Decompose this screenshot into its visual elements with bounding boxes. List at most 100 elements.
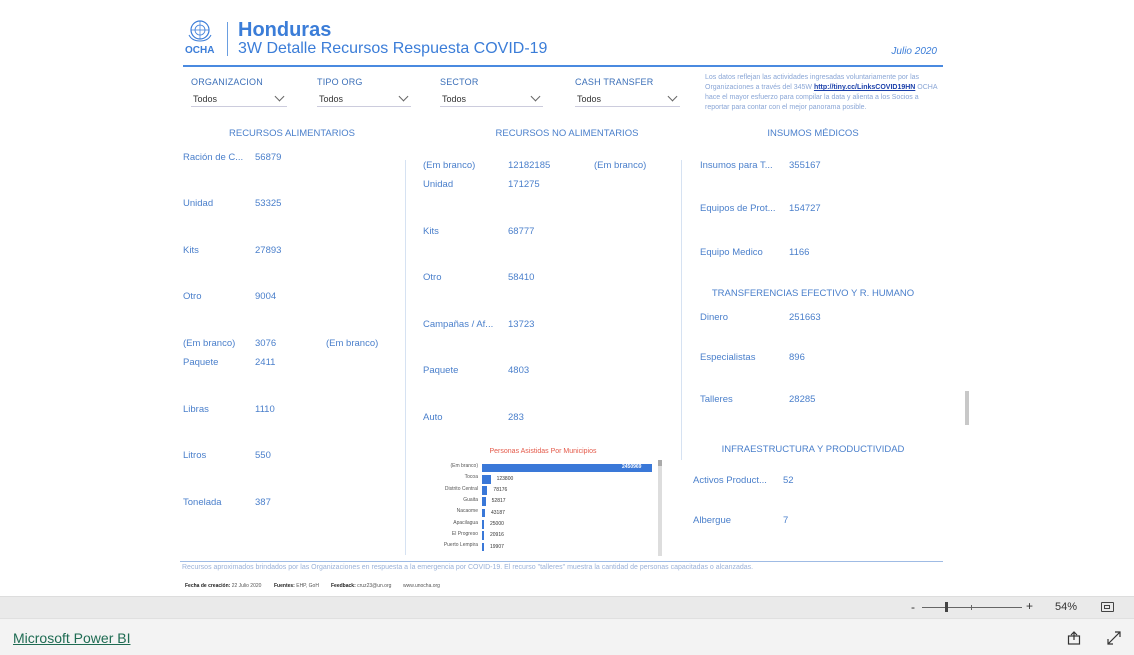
filter-label: SECTOR	[440, 77, 479, 87]
bar-value-label: 2450969	[622, 464, 642, 470]
zoom-in-button[interactable]: +	[1026, 599, 1033, 613]
filter-dropdown[interactable]: Todos	[440, 91, 543, 107]
row-label: Equipo Medico	[700, 247, 763, 258]
bar-value-label: 78176	[493, 487, 508, 494]
bar-category-label: Tocoa	[464, 474, 478, 481]
filter-label: ORGANIZACION	[191, 77, 263, 87]
ocha-logo-text: OCHA	[185, 45, 215, 56]
row-value: 550	[255, 450, 271, 461]
chart-scrollbar[interactable]	[658, 460, 662, 556]
column-divider	[681, 160, 682, 460]
row-label: Auto	[423, 412, 443, 423]
links-link[interactable]: http://tiny.cc/LinksCOVID19HN	[814, 84, 915, 91]
power-bi-link[interactable]: Microsoft Power BI	[13, 630, 130, 646]
footer-rule	[180, 561, 943, 562]
filter-label: CASH TRANSFER	[575, 77, 654, 87]
row-label: Unidad	[423, 179, 454, 190]
bar-value-label: 19907	[490, 543, 504, 550]
share-icon[interactable]	[1067, 631, 1081, 645]
bar-value-label: 52817	[491, 498, 506, 505]
row-value: 58410	[508, 272, 535, 283]
row-value: 1110	[255, 404, 275, 415]
bottom-bar	[0, 618, 1134, 655]
row-value: 1166	[789, 247, 810, 258]
row-extra: (Em branco)	[326, 338, 379, 349]
sources-label: Fuentes:	[274, 583, 295, 589]
chart-scrollbar-thumb[interactable]	[658, 460, 662, 466]
bar[interactable]	[482, 474, 491, 484]
bar[interactable]	[482, 542, 484, 552]
filter-dropdown[interactable]: Todos	[575, 91, 680, 107]
bar-value-label: 25000	[490, 521, 504, 527]
row-value: 387	[255, 497, 271, 508]
page-title: Honduras	[238, 19, 332, 41]
bar-value-label: 20916	[490, 532, 504, 539]
zoom-slider[interactable]	[922, 607, 1022, 608]
municipios-chart[interactable]: Personas Asistidas Por Municipios (Em br…	[428, 444, 664, 556]
footer-note: Recursos aproximados brindados por las O…	[182, 564, 754, 571]
row-value: 4803	[508, 365, 530, 376]
row-label: Paquete	[423, 365, 459, 376]
status-bar: - + 54%	[0, 596, 1134, 618]
row-label: Paquete	[183, 357, 219, 368]
bar[interactable]	[482, 520, 484, 529]
filter-value: Todos	[193, 93, 218, 104]
bar[interactable]	[482, 497, 486, 507]
chevron-down-icon	[530, 91, 541, 102]
row-value: 27893	[255, 245, 282, 256]
fullscreen-icon[interactable]	[1107, 631, 1121, 645]
section-title-insumos: INSUMOS MÉDICOS	[767, 128, 859, 139]
bar[interactable]	[482, 508, 485, 518]
row-value: 3076	[255, 338, 277, 349]
row-label: Unidad	[183, 198, 214, 209]
filter-cash-transfer[interactable]: CASH TRANSFER Todos	[575, 77, 680, 107]
column-divider	[405, 160, 406, 555]
bar-value-label: 123800	[496, 475, 514, 482]
filter-value: Todos	[577, 93, 602, 104]
chevron-down-icon	[667, 91, 678, 102]
bar-value-label: 43187	[490, 509, 505, 516]
filter-sector[interactable]: SECTOR Todos	[440, 77, 543, 107]
row-value: 251663	[789, 312, 821, 323]
row-value: 896	[789, 352, 805, 363]
data-disclaimer: Los datos reflejan las actividades ingre…	[705, 73, 940, 113]
feedback-value: cruz23@un.org	[357, 583, 392, 589]
filter-organizacion[interactable]: ORGANIZACION Todos	[191, 77, 287, 107]
created-value: 22 Julio 2020	[231, 583, 262, 589]
chevron-down-icon	[274, 91, 285, 102]
section-title-alimentarios: RECURSOS ALIMENTARIOS	[229, 128, 355, 139]
fit-to-page-icon[interactable]	[1101, 602, 1114, 612]
scrollbar-thumb[interactable]	[965, 391, 969, 425]
row-value: 283	[508, 412, 524, 423]
section-title-no-alimentarios: RECURSOS NO ALIMENTARIOS	[495, 128, 639, 139]
row-value: 56879	[255, 152, 282, 163]
zoom-slider-tick	[971, 605, 972, 610]
bar[interactable]	[482, 486, 488, 495]
filter-dropdown[interactable]: Todos	[317, 91, 411, 107]
bar-category-label: El Progreso	[451, 530, 478, 537]
zoom-slider-thumb[interactable]	[945, 602, 948, 612]
row-label: Otro	[183, 291, 202, 302]
filter-tipo-org[interactable]: TIPO ORG Todos	[317, 77, 411, 107]
row-label: Otro	[423, 272, 442, 283]
chart-title: Personas Asistidas Por Municipios	[489, 448, 597, 455]
bar-category-label: Distrito Central	[444, 485, 478, 492]
row-label: Kits	[423, 226, 439, 237]
row-label: Kits	[183, 245, 199, 256]
footer-website[interactable]: www.unocha.org	[403, 583, 440, 589]
row-label: Talleres	[700, 394, 733, 405]
filter-dropdown[interactable]: Todos	[191, 91, 287, 107]
section-title-infraestructura: INFRAESTRUCTURA Y PRODUCTIVIDAD	[721, 444, 905, 455]
feedback-label: Feedback:	[331, 583, 356, 589]
chart-plot-area: (Em branco) 2450969 Tocoa 123800 Distrito Ce…	[428, 463, 656, 555]
row-value: 9004	[255, 291, 277, 302]
section-title-transferencias: TRANSFERENCIAS EFECTIVO Y R. HUMANO	[711, 288, 915, 299]
created-label: Fecha de creación:	[185, 583, 231, 589]
un-emblem-icon	[186, 19, 214, 43]
row-value: 171275	[508, 179, 540, 190]
zoom-out-button[interactable]: -	[911, 600, 915, 614]
row-label: Dinero	[700, 312, 728, 323]
row-value: 355167	[789, 160, 821, 171]
bar[interactable]	[482, 531, 484, 541]
footer-sources: Fuentes: EHP, GoH	[274, 583, 319, 589]
